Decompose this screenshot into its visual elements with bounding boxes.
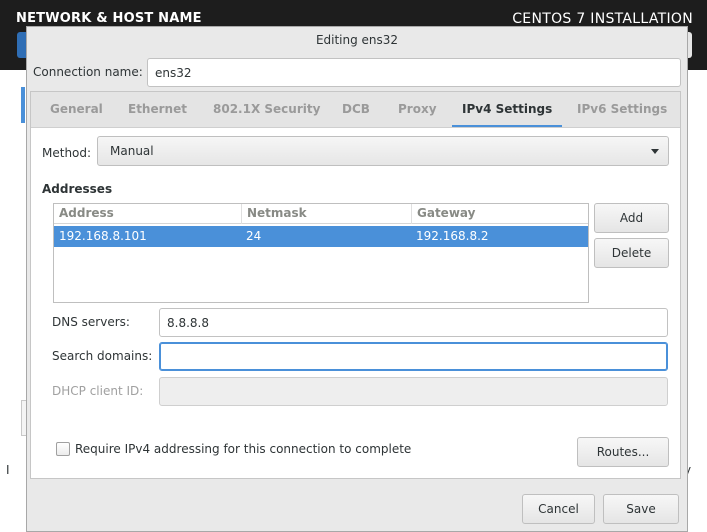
search-domains-label: Search domains: xyxy=(52,349,153,363)
require-ipv4-checkbox[interactable] xyxy=(56,442,70,456)
add-address-button[interactable]: Add xyxy=(594,203,669,233)
dhcp-client-id-input xyxy=(159,377,668,406)
dns-servers-input[interactable] xyxy=(159,308,668,337)
dns-servers-label: DNS servers: xyxy=(52,315,130,329)
connection-name-row: Connection name: xyxy=(27,58,687,88)
table-header: Address Netmask Gateway xyxy=(54,204,588,224)
save-button[interactable]: Save xyxy=(603,494,679,524)
routes-button[interactable]: Routes... xyxy=(577,437,669,467)
edit-connection-dialog: Editing ens32 Connection name: General E… xyxy=(26,26,688,532)
delete-address-button[interactable]: Delete xyxy=(594,238,669,268)
spoke-title: NETWORK & HOST NAME xyxy=(16,11,202,26)
column-netmask[interactable]: Netmask xyxy=(241,204,411,224)
cell-address: 192.168.8.101 xyxy=(59,229,147,243)
chevron-down-icon xyxy=(651,149,659,154)
search-domains-input[interactable] xyxy=(159,342,668,371)
connection-name-input[interactable] xyxy=(147,58,681,87)
installer-title: CENTOS 7 INSTALLATION xyxy=(512,11,693,27)
dialog-title: Editing ens32 xyxy=(315,33,399,47)
tab-dcb[interactable]: DCB xyxy=(342,92,370,127)
addresses-table: Address Netmask Gateway 192.168.8.101 24… xyxy=(53,203,589,303)
column-address[interactable]: Address xyxy=(54,204,241,224)
addresses-heading: Addresses xyxy=(42,182,113,196)
cancel-button[interactable]: Cancel xyxy=(522,494,595,524)
tab-ethernet[interactable]: Ethernet xyxy=(128,92,187,127)
column-gateway[interactable]: Gateway xyxy=(411,204,588,224)
cell-netmask: 24 xyxy=(246,229,262,243)
method-value: Manual xyxy=(110,144,154,158)
tab-general[interactable]: General xyxy=(50,92,103,127)
require-ipv4-label: Require IPv4 addressing for this connect… xyxy=(75,442,412,456)
background-text-left: I xyxy=(6,463,10,477)
dhcp-client-id-label: DHCP client ID: xyxy=(52,384,144,398)
tab-ipv6-settings[interactable]: IPv6 Settings xyxy=(577,92,667,127)
tab-ipv4-settings[interactable]: IPv4 Settings xyxy=(452,92,563,127)
method-dropdown[interactable]: Manual xyxy=(97,136,669,166)
device-list-selection xyxy=(21,87,25,123)
cell-gateway: 192.168.8.2 xyxy=(416,229,489,243)
tab-8021x-security[interactable]: 802.1X Security xyxy=(213,92,320,127)
method-label: Method: xyxy=(42,146,92,160)
connection-name-label: Connection name: xyxy=(33,65,143,79)
table-row[interactable]: 192.168.8.101 24 192.168.8.2 xyxy=(54,226,588,247)
tab-bar: General Ethernet 802.1X Security DCB Pro… xyxy=(31,92,680,128)
settings-notebook: General Ethernet 802.1X Security DCB Pro… xyxy=(30,91,681,479)
tab-proxy[interactable]: Proxy xyxy=(398,92,437,127)
